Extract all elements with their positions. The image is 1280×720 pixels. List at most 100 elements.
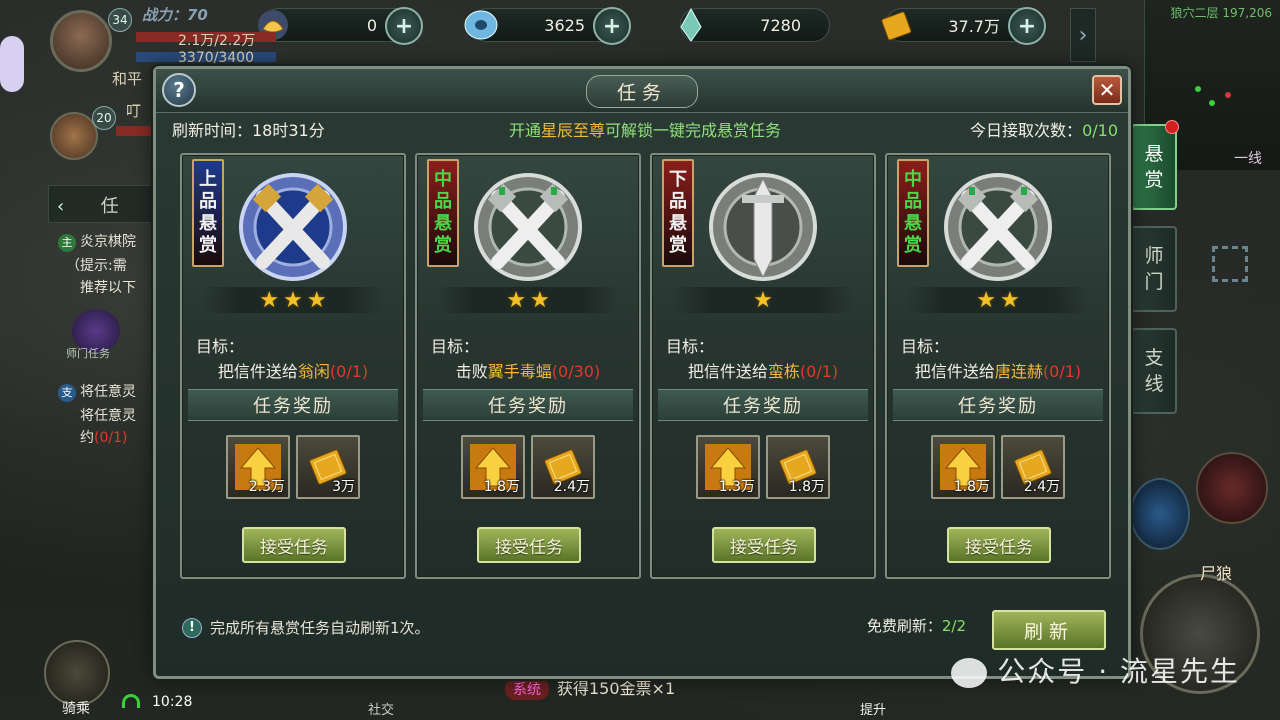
silver-crossed-fists-emblem-icon [933,167,1063,287]
master-quest-caption: 师门任务 [66,347,110,360]
tracker-header[interactable]: ‹ 任 [48,185,158,223]
collapse-arrow-icon[interactable]: ‹ [57,196,64,217]
dialog-title: 任务 [585,75,699,108]
reward-item-exp[interactable]: 1.8万 [931,435,995,499]
star-icon: ★ [506,287,526,313]
pet-name: 叮 [126,102,142,120]
tab-master[interactable]: 师 门 [1131,226,1177,312]
reward-items: 2.3万 3万 [226,435,362,501]
mount-label: 骑乘 [62,701,90,717]
bounty-card: 上品悬赏 ★ ★ ★ 目标： 把信件送给翁闲(0/1) 任务奖励 2.3万 3万 接受任务 [180,153,406,579]
reward-item-gold-ticket[interactable]: 2.4万 [1001,435,1065,499]
reward-items: 1.3万 1.8万 [696,435,832,501]
goal-label: 目标： [666,337,715,356]
reward-header: 任务奖励 [893,389,1103,421]
main-quest-hint: （提示:需 [66,258,127,274]
branch-quest-title[interactable]: 支将任意灵 [58,381,136,402]
player-avatar[interactable] [50,10,112,72]
reward-item-gold-ticket[interactable]: 3万 [296,435,360,499]
silver-crossed-fists-emblem-icon [463,167,593,287]
bounty-grade-ribbon: 下品悬赏 [662,159,694,267]
free-refresh-count: 免费刷新：2/2 [866,617,966,635]
star-icon: ★ [306,287,327,313]
accept-task-button[interactable]: 接受任务 [712,527,816,563]
refresh-button[interactable]: 刷新 [992,610,1106,650]
bounty-grade-ribbon: 中品悬赏 [427,159,459,267]
reward-item-exp[interactable]: 1.3万 [696,435,760,499]
reward-amount: 1.8万 [788,479,825,495]
watermark: 公众号 · 流星先生 [951,650,1240,690]
resource-value: 3625 [544,15,585,35]
resource-value: 37.7万 [948,17,1000,36]
add-silver-button[interactable]: + [593,7,631,45]
sapphire-crossed-fists-emblem-icon [228,167,358,287]
refresh-time: 刷新时间：18时31分 [172,121,325,140]
pet-avatar[interactable] [50,112,98,160]
reward-amount: 1.8万 [483,479,520,495]
close-button[interactable]: ✕ [1092,75,1122,105]
tracker-header-label: 任 [100,196,119,217]
resource-crystal: 7280 [680,7,830,42]
channel-line[interactable]: 一线 [1234,148,1262,168]
resource-silver-coin: 3625 + [464,7,631,45]
reward-item-exp[interactable]: 1.8万 [461,435,525,499]
notification-dot [1165,120,1179,134]
bounty-stars: ★ [672,287,854,313]
pk-mode[interactable]: 和平 [112,68,142,89]
quest-tracker: ‹ 任 主炎京棋院 （提示:需 推荐以下 师门任务 支将任意灵 将任意灵 约(0… [48,185,168,455]
info-icon: ! [182,617,202,638]
upgrade-label[interactable]: 提升 [860,699,886,718]
resource-value: 7280 [760,15,801,35]
pet-level-badge: 20 [92,106,116,130]
enemy-name: 尸狼 [1200,564,1233,583]
goal-text: 把信件送给唐连赫(0/1) [914,362,1082,381]
dialog-titlebar: ? 任务 ✕ [156,69,1128,113]
bounty-stars: ★ ★ ★ [202,287,384,313]
silver-sword-emblem-icon [698,167,828,287]
main-quest-title[interactable]: 主炎京棋院 [58,231,136,252]
star-icon: ★ [530,287,550,313]
expand-arrow-icon[interactable]: › [1070,8,1096,62]
reward-amount: 2.3万 [248,479,285,495]
bounty-card: 中品悬赏 ★ ★ 目标： 把信件送给唐连赫(0/1) 任务奖励 1.8万 2.4万 接受任务 [885,153,1111,579]
help-button[interactable]: ? [162,73,196,107]
skill-button[interactable] [1130,478,1190,550]
hp-text: 2.1万/2.2万 [178,33,256,49]
accept-task-button[interactable]: 接受任务 [947,527,1051,563]
bounty-card: 中品悬赏 ★ ★ 目标： 击败翼手毒蝠(0/30) 任务奖励 1.8万 2.4万接受任务 [415,153,641,579]
bounty-card-list: 上品悬赏 ★ ★ ★ 目标： 把信件送给翁闲(0/1) 任务奖励 2.3万 3万 接受任务中品悬赏… [180,153,1111,579]
add-gold-button[interactable]: + [385,7,423,45]
mount-button[interactable] [44,640,110,706]
tab-bounty[interactable]: 悬 赏 [1131,120,1179,210]
fullscreen-icon[interactable] [1212,246,1248,282]
system-chip: 系统 [505,678,549,700]
tab-branch[interactable]: 支 线 [1131,328,1177,414]
goal-label: 目标： [431,337,480,356]
minimap-markers [1185,80,1245,140]
wechat-icon [951,658,988,688]
wifi-icon [122,694,140,708]
accept-task-button[interactable]: 接受任务 [477,527,581,563]
vip-promo[interactable]: 开通星辰至尊可解锁一键完成悬赏任务 [509,117,781,141]
bounty-grade-ribbon: 中品悬赏 [897,159,929,267]
bounty-card: 下品悬赏 ★ 目标： 把信件送给蛮栋(0/1) 任务奖励 1.3万 1.8万 接受任务 [650,153,876,579]
add-ticket-button[interactable]: + [1008,7,1046,45]
skill-button[interactable] [1196,452,1268,524]
reward-item-gold-ticket[interactable]: 2.4万 [531,435,595,499]
reward-item-gold-ticket[interactable]: 1.8万 [766,435,830,499]
accept-task-button[interactable]: 接受任务 [242,527,346,563]
goal-label: 目标： [196,337,245,356]
goal-text: 击败翼手毒蝠(0/30) [455,362,601,381]
crystal-icon [669,3,713,47]
star-icon: ★ [753,287,773,313]
side-menu-icon[interactable] [0,36,24,92]
dialog-info-row: 刷新时间：18时31分 开通星辰至尊可解锁一键完成悬赏任务 今日接取次数：0/1… [172,117,1118,141]
goal-text: 把信件送给蛮栋(0/1) [687,362,839,381]
reward-item-exp[interactable]: 2.3万 [226,435,290,499]
main-quest-tag: 主 [58,234,76,252]
reward-header: 任务奖励 [423,389,633,421]
star-icon: ★ [259,287,280,313]
social-label[interactable]: 社交 [368,699,394,718]
reward-items: 1.8万 2.4万 [931,435,1067,501]
reward-amount: 2.4万 [1023,479,1060,495]
